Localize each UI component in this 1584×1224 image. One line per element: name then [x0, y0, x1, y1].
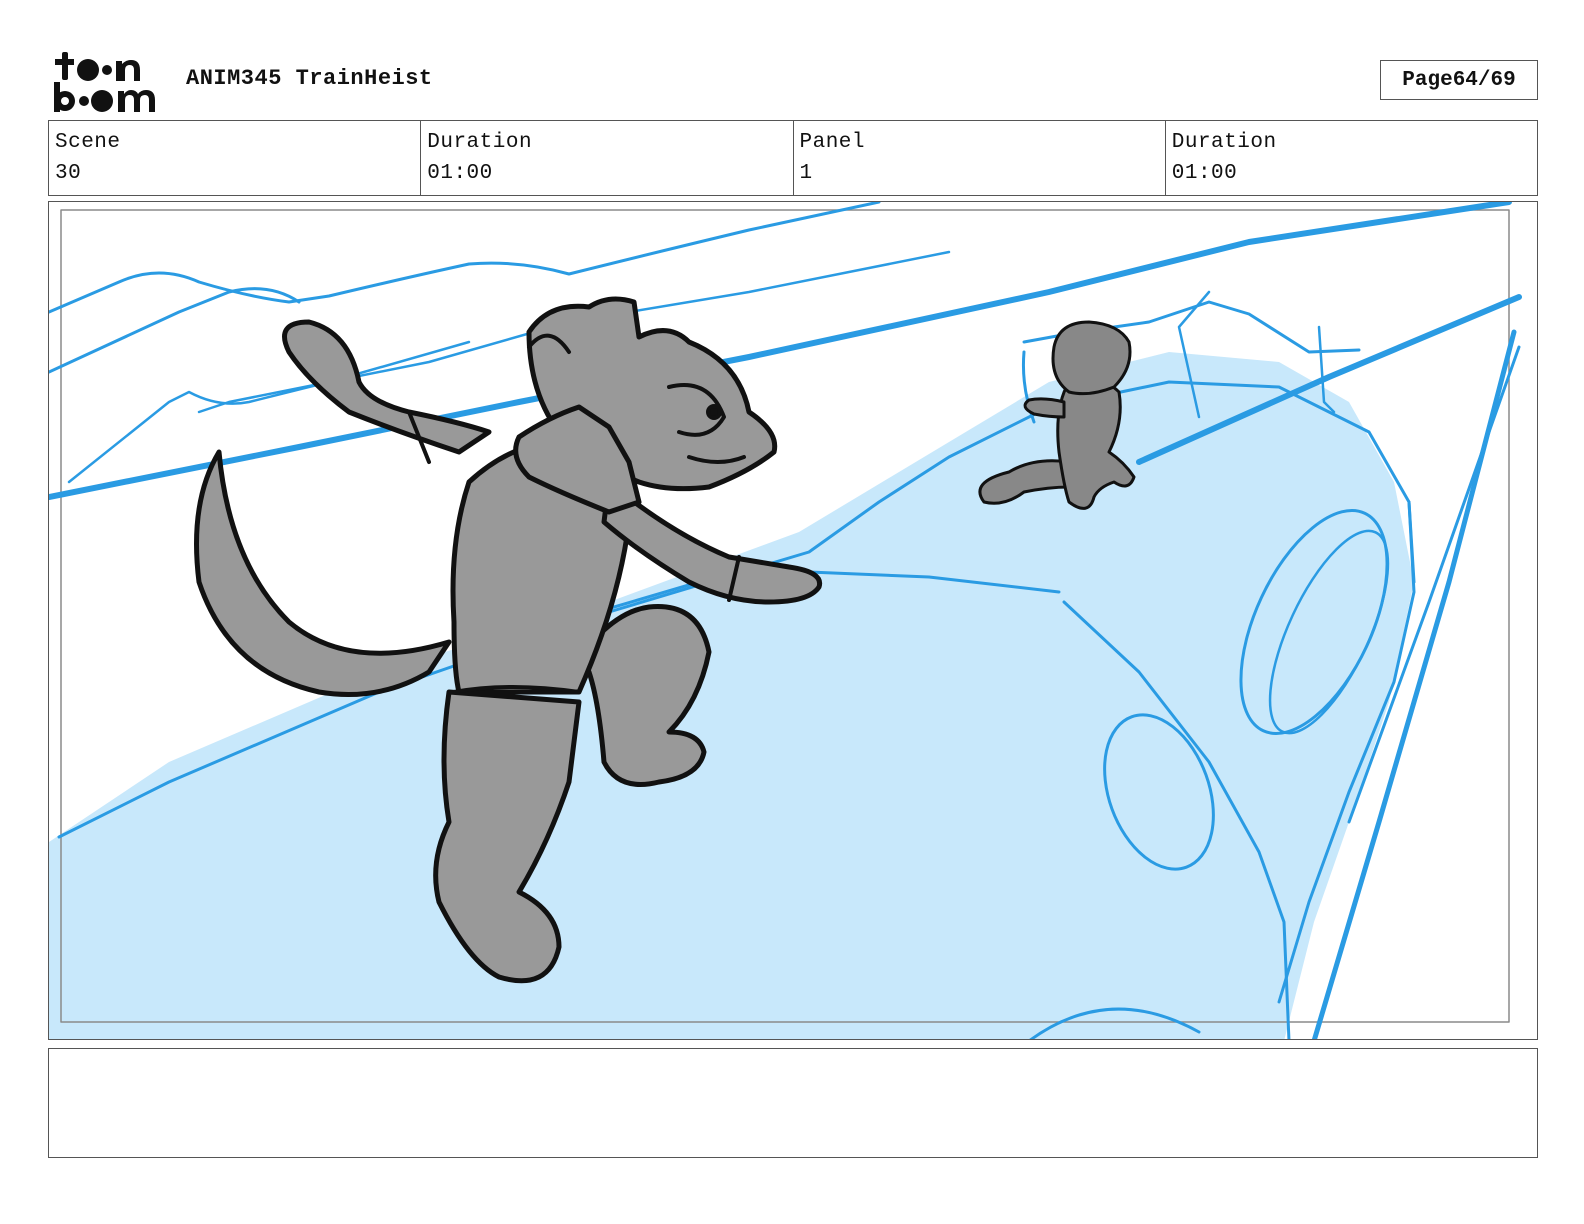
scene-duration-label: Duration [427, 131, 533, 154]
panel-sketch [49, 202, 1522, 1039]
toon-boom-logo [50, 48, 168, 114]
mountain-line-2 [49, 287, 301, 374]
panel-duration-label: Duration [1171, 131, 1277, 154]
page-indicator: Page 64/69 [1380, 60, 1538, 100]
page-number: 64/69 [1452, 68, 1516, 92]
scene-cell: Scene 30 [49, 121, 420, 195]
storyboard-panel [48, 201, 1538, 1040]
panel-label: Panel [799, 131, 866, 154]
panel-duration-value: 01:00 [1171, 162, 1238, 185]
mountain-line [49, 202, 881, 314]
page-label: Page [1402, 68, 1453, 92]
notes-box [48, 1048, 1538, 1158]
panel-value: 1 [799, 162, 813, 185]
scene-value: 30 [55, 162, 82, 185]
scene-label: Scene [55, 131, 121, 154]
panel-cell: Panel 1 [792, 121, 1165, 195]
cat-tail [194, 449, 452, 697]
scene-info-table: Scene 30 Duration 01:00 Panel 1 Duration… [48, 120, 1538, 196]
project-title: ANIM345 TrainHeist [186, 66, 433, 91]
small-cat-head [1051, 320, 1132, 396]
cat-arm-raised [282, 319, 492, 455]
scene-duration-cell: Duration 01:00 [420, 121, 792, 195]
panel-duration-cell: Duration 01:00 [1164, 121, 1537, 195]
scene-duration-value: 01:00 [427, 162, 493, 185]
